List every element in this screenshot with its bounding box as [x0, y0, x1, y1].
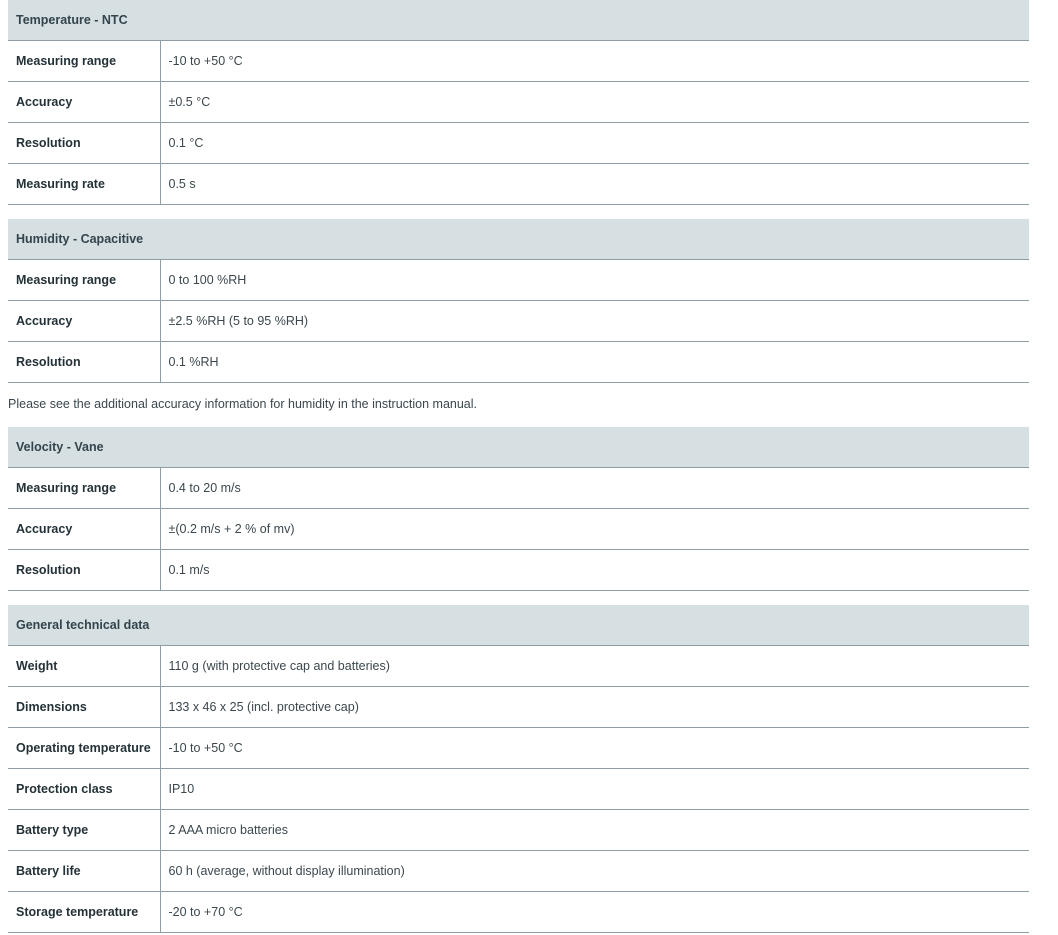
row-value: ±(0.2 m/s + 2 % of mv) [160, 508, 1030, 550]
row-label: Battery type [8, 809, 161, 851]
row-label: Measuring range [8, 259, 161, 301]
row-value: 0.4 to 20 m/s [160, 467, 1030, 509]
humidity-spec-table: Humidity - Capacitive Measuring range 0 … [8, 219, 1029, 383]
row-label: Operating temperature [8, 727, 161, 769]
row-label: Battery life [8, 850, 161, 892]
table-row: Storage temperature -20 to +70 °C [8, 891, 1030, 933]
general-spec-table: General technical data Weight 110 g (wit… [8, 605, 1030, 933]
row-value: -20 to +70 °C [160, 891, 1030, 933]
row-label: Measuring range [8, 40, 161, 82]
table-row: Dimensions 133 x 46 x 25 (incl. protecti… [8, 686, 1030, 728]
row-label: Resolution [8, 549, 161, 591]
row-label: Accuracy [8, 508, 161, 550]
humidity-note: Please see the additional accuracy infor… [8, 397, 478, 411]
table-row: Battery life 60 h (average, without disp… [8, 850, 1030, 892]
table-row: Measuring range 0 to 100 %RH [8, 259, 1029, 301]
row-label: Accuracy [8, 81, 161, 123]
row-value: 0 to 100 %RH [160, 259, 1029, 301]
section-title: Humidity - Capacitive [8, 219, 1029, 260]
row-value: 0.5 s [160, 163, 1029, 205]
table-row: Battery type 2 AAA micro batteries [8, 809, 1030, 851]
section-title: Velocity - Vane [8, 427, 1030, 468]
row-value: 60 h (average, without display illuminat… [160, 850, 1030, 892]
row-label: Dimensions [8, 686, 161, 728]
row-value: -10 to +50 °C [160, 40, 1029, 82]
section-header-row: Humidity - Capacitive [8, 219, 1029, 260]
row-value: ±0.5 °C [160, 81, 1029, 123]
row-value: ±2.5 %RH (5 to 95 %RH) [160, 300, 1029, 342]
row-label: Storage temperature [8, 891, 161, 933]
section-title: Temperature - NTC [8, 0, 1029, 41]
section-header-row: General technical data [8, 605, 1030, 646]
row-label: Measuring rate [8, 163, 161, 205]
table-row: Protection class IP10 [8, 768, 1030, 810]
row-value: 0.1 m/s [160, 549, 1030, 591]
row-label: Accuracy [8, 300, 161, 342]
table-row: Operating temperature -10 to +50 °C [8, 727, 1030, 769]
temperature-spec-table: Temperature - NTC Measuring range -10 to… [8, 0, 1029, 205]
row-label: Weight [8, 645, 161, 687]
table-row: Measuring range 0.4 to 20 m/s [8, 467, 1030, 509]
row-value: IP10 [160, 768, 1030, 810]
table-row: Measuring range -10 to +50 °C [8, 40, 1029, 82]
section-title: General technical data [8, 605, 1030, 646]
row-value: 133 x 46 x 25 (incl. protective cap) [160, 686, 1030, 728]
table-row: Resolution 0.1 °C [8, 122, 1029, 164]
section-header-row: Velocity - Vane [8, 427, 1030, 468]
row-value: 2 AAA micro batteries [160, 809, 1030, 851]
row-value: 0.1 %RH [160, 341, 1029, 383]
table-row: Measuring rate 0.5 s [8, 163, 1029, 205]
row-value: 0.1 °C [160, 122, 1029, 164]
row-label: Resolution [8, 122, 161, 164]
row-label: Protection class [8, 768, 161, 810]
section-header-row: Temperature - NTC [8, 0, 1029, 41]
table-row: Resolution 0.1 m/s [8, 549, 1030, 591]
row-label: Measuring range [8, 467, 161, 509]
table-row: Accuracy ±0.5 °C [8, 81, 1029, 123]
row-label: Resolution [8, 341, 161, 383]
table-row: Accuracy ±(0.2 m/s + 2 % of mv) [8, 508, 1030, 550]
spec-page: Temperature - NTC Measuring range -10 to… [0, 0, 1058, 935]
table-row: Resolution 0.1 %RH [8, 341, 1029, 383]
row-value: 110 g (with protective cap and batteries… [160, 645, 1030, 687]
table-row: Weight 110 g (with protective cap and ba… [8, 645, 1030, 687]
velocity-spec-table: Velocity - Vane Measuring range 0.4 to 2… [8, 427, 1030, 591]
table-row: Accuracy ±2.5 %RH (5 to 95 %RH) [8, 300, 1029, 342]
row-value: -10 to +50 °C [160, 727, 1030, 769]
